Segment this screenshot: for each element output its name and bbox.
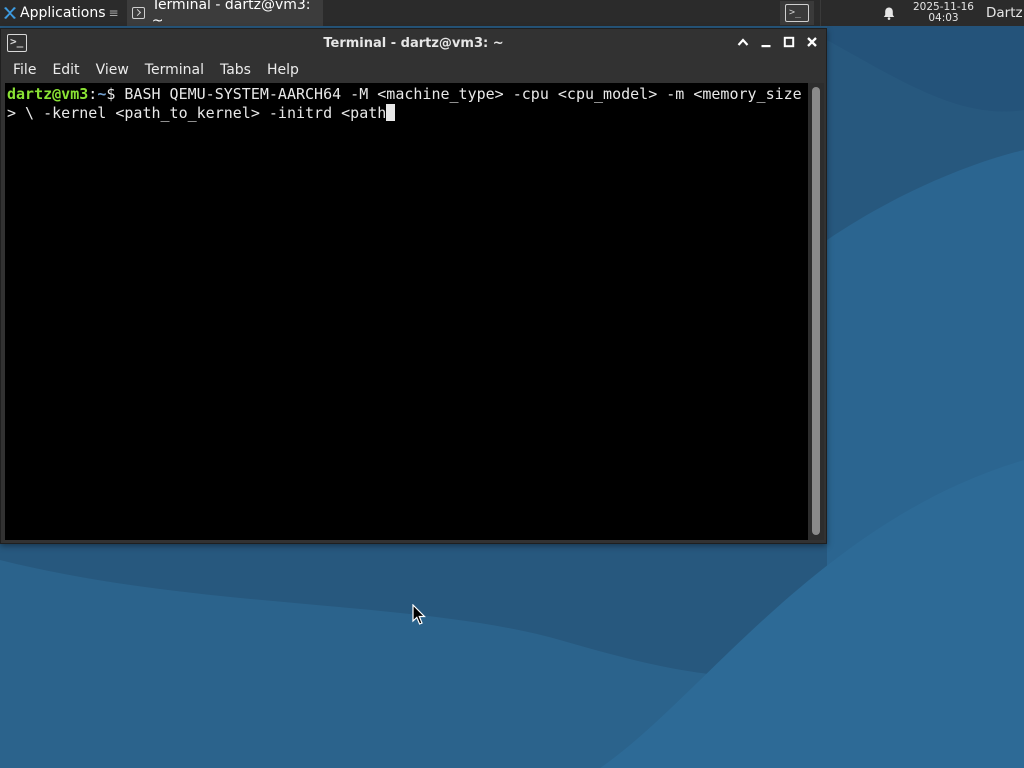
menu-help[interactable]: Help xyxy=(259,57,307,83)
terminal-scrollbar[interactable] xyxy=(808,83,824,540)
top-panel: Applications ≡ Terminal - dartz@vm3: ~ >… xyxy=(0,0,1024,29)
roll-up-button[interactable] xyxy=(734,33,751,51)
menu-view[interactable]: View xyxy=(88,57,137,83)
applications-overflow-icon: ≡ xyxy=(108,6,119,20)
taskbar-terminal-title: Terminal - dartz@vm3: ~ xyxy=(151,0,311,29)
close-icon xyxy=(806,37,817,47)
clock[interactable]: 2025-11-16 04:03 xyxy=(913,2,974,24)
prompt-path: ~ xyxy=(97,85,107,103)
applications-label: Applications xyxy=(20,5,106,21)
maximize-icon xyxy=(783,36,794,48)
clock-time: 04:03 xyxy=(928,12,959,24)
menu-terminal[interactable]: Terminal xyxy=(137,57,212,83)
close-button[interactable] xyxy=(803,33,820,51)
chevron-up-icon xyxy=(737,38,748,46)
minimize-icon xyxy=(761,45,770,48)
window-controls xyxy=(734,33,820,51)
text-cursor xyxy=(386,104,396,121)
scrollbar-thumb[interactable] xyxy=(812,87,820,535)
workspace-terminal-icon: >_ xyxy=(784,4,809,22)
workspace-switcher-button[interactable]: >_ xyxy=(779,1,814,25)
menu-file[interactable]: File xyxy=(5,57,44,83)
terminal-output[interactable]: dartz@vm3:~$ BASH QEMU-SYSTEM-AARCH64 -M… xyxy=(5,83,808,540)
bell-icon[interactable] xyxy=(883,7,895,20)
window-title: Terminal - dartz@vm3: ~ xyxy=(323,36,504,51)
taskbar-terminal-button[interactable]: Terminal - dartz@vm3: ~ xyxy=(126,0,323,29)
applications-logo-icon xyxy=(3,6,17,20)
window-titlebar[interactable]: >_ Terminal - dartz@vm3: ~ xyxy=(1,29,826,57)
panel-separator xyxy=(819,0,821,26)
minimize-button[interactable] xyxy=(757,33,774,51)
prompt-sign: $ xyxy=(106,85,125,103)
menu-edit[interactable]: Edit xyxy=(44,57,87,83)
command-text: BASH QEMU-SYSTEM-AARCH64 -M <machine_typ… xyxy=(7,85,802,122)
applications-menu-button[interactable]: Applications ≡ xyxy=(0,0,123,26)
prompt-user: dartz@vm3 xyxy=(7,85,89,103)
terminal-window: >_ Terminal - dartz@vm3: ~ File Edit Vie… xyxy=(0,28,827,544)
mouse-pointer-icon xyxy=(412,603,426,626)
prompt-separator: : xyxy=(88,85,98,103)
terminal-icon xyxy=(131,7,145,19)
menu-tabs[interactable]: Tabs xyxy=(212,57,259,83)
maximize-button[interactable] xyxy=(780,33,797,51)
user-menu-button[interactable]: Dartz xyxy=(986,5,1024,21)
window-menubar: File Edit View Terminal Tabs Help xyxy=(1,57,826,83)
